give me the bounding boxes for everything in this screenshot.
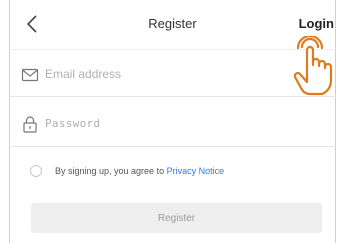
register-screen: Register Login By signing up, you agree … [0,0,337,243]
agreement-prefix: By signing up, you agree to [55,166,167,176]
password-field[interactable] [45,111,305,135]
email-row [9,49,336,97]
hand-pointer-icon [293,36,333,96]
password-row [9,99,336,147]
agree-checkbox[interactable] [30,165,42,177]
register-button[interactable]: Register [31,203,322,233]
privacy-notice-link[interactable]: Privacy Notice [167,166,225,176]
login-link[interactable]: Login [299,16,334,31]
envelope-icon [21,68,39,82]
page-title: Register [148,16,197,31]
header-bar: Register Login [9,0,336,48]
agreement-text: By signing up, you agree to Privacy Noti… [55,166,224,176]
agreement-row: By signing up, you agree to Privacy Noti… [9,160,336,184]
email-field[interactable] [45,62,305,86]
lock-icon [23,116,37,133]
